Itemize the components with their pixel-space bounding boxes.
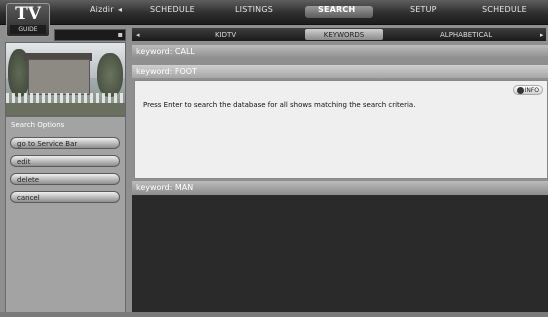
- logo-guide-text: GUIDE: [10, 25, 46, 34]
- bottom-bar: [0, 312, 548, 317]
- photo-fence: [6, 93, 125, 103]
- nav-item-schedule[interactable]: SCHEDULE: [150, 5, 195, 14]
- category-alphabetical[interactable]: ALPHABETICAL: [440, 30, 492, 40]
- info-button[interactable]: INFO: [513, 85, 543, 95]
- tv-guide-logo: TV GUIDE: [6, 3, 50, 37]
- preview-image: [5, 42, 126, 116]
- photo-tree-right: [97, 53, 123, 97]
- category-left-arrow-icon[interactable]: ◂: [136, 30, 140, 40]
- keyword-row-call[interactable]: keyword: CALL: [132, 45, 548, 58]
- logo-tv-text: TV: [15, 4, 41, 24]
- delete-button[interactable]: delete: [10, 173, 120, 185]
- search-options-title: Search Options: [11, 121, 65, 129]
- category-keywords[interactable]: KEYWORDS: [305, 30, 383, 40]
- keyword-row-man[interactable]: keyword: MAN: [132, 181, 548, 194]
- nav-left-arrow-icon[interactable]: ◂: [118, 5, 122, 14]
- cancel-button[interactable]: cancel: [10, 191, 120, 203]
- category-kidtv[interactable]: KIDTV: [215, 30, 236, 40]
- nav-item-listings[interactable]: LISTINGS: [235, 5, 273, 14]
- photo-ground: [6, 103, 125, 115]
- go-to-service-bar-button[interactable]: go to Service Bar: [10, 137, 120, 149]
- channel-box[interactable]: ▪: [54, 29, 126, 41]
- info-icon: [517, 87, 524, 94]
- nav-item-search[interactable]: SEARCH: [318, 5, 355, 14]
- info-label: INFO: [524, 87, 539, 94]
- keyword-row-foot[interactable]: keyword: FOOT: [132, 65, 548, 78]
- photo-house: [28, 59, 90, 95]
- edit-button[interactable]: edit: [10, 155, 120, 167]
- detail-panel: INFO Press Enter to search the database …: [134, 80, 548, 179]
- detail-message: Press Enter to search the database for a…: [143, 101, 416, 109]
- channel-icon: ▪: [117, 30, 123, 39]
- nav-item-schedule-2[interactable]: SCHEDULE: [482, 5, 527, 14]
- top-nav-bar: [0, 0, 548, 25]
- nav-item-setup[interactable]: SETUP: [410, 5, 437, 14]
- listing-area: [132, 195, 548, 312]
- category-right-arrow-icon[interactable]: ▸: [540, 30, 544, 40]
- nav-item-home[interactable]: Aizdir: [90, 5, 114, 14]
